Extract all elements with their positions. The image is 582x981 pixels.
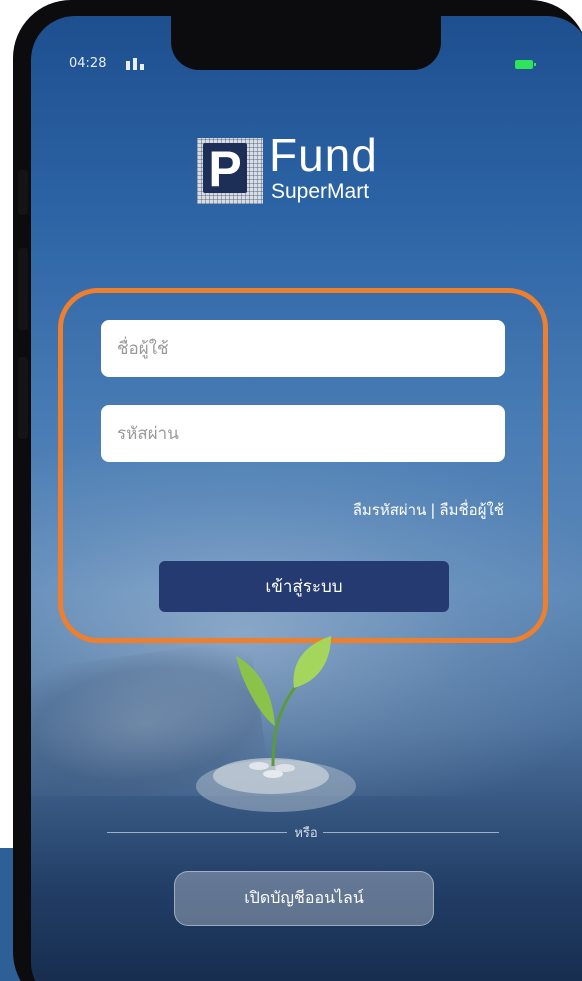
logo-word-supermart: SuperMart	[271, 180, 370, 203]
logo-mark: P	[197, 138, 263, 204]
mute-switch	[18, 170, 28, 215]
canvas: 04:28 P Fund SuperMart ลืมรหัสผ่าน|ลืมชื…	[0, 0, 582, 981]
forgot-password-link[interactable]: ลืมรหัสผ่าน	[353, 501, 427, 519]
volume-up-button	[18, 248, 28, 330]
status-time: 04:28	[69, 56, 107, 71]
forgot-separator: |	[430, 501, 436, 519]
forgot-links: ลืมรหัสผ่าน | ลืมชื่อผู้ใช้	[353, 498, 504, 522]
battery-icon	[515, 60, 536, 69]
plant-coins-illustration	[196, 636, 356, 812]
login-button[interactable]: เข้าสู่ระบบ	[159, 561, 449, 612]
logo-word-fund: Fund	[269, 129, 378, 181]
open-account-button[interactable]: เปิดบัญชีออนไลน์	[174, 871, 434, 926]
volume-down-button	[18, 357, 28, 439]
logo-mark-letter: P	[203, 143, 247, 195]
password-input[interactable]	[101, 405, 505, 462]
username-input[interactable]	[101, 320, 505, 377]
fundsupermart-logo: P Fund SuperMart	[197, 129, 427, 214]
signal-icon	[126, 56, 148, 70]
or-divider-right	[323, 832, 499, 833]
forgot-username-link[interactable]: ลืมชื่อผู้ใช้	[439, 501, 504, 519]
phone-screen: 04:28 P Fund SuperMart ลืมรหัสผ่าน|ลืมชื…	[31, 16, 582, 981]
or-divider-left	[107, 832, 287, 833]
notch	[171, 16, 441, 70]
